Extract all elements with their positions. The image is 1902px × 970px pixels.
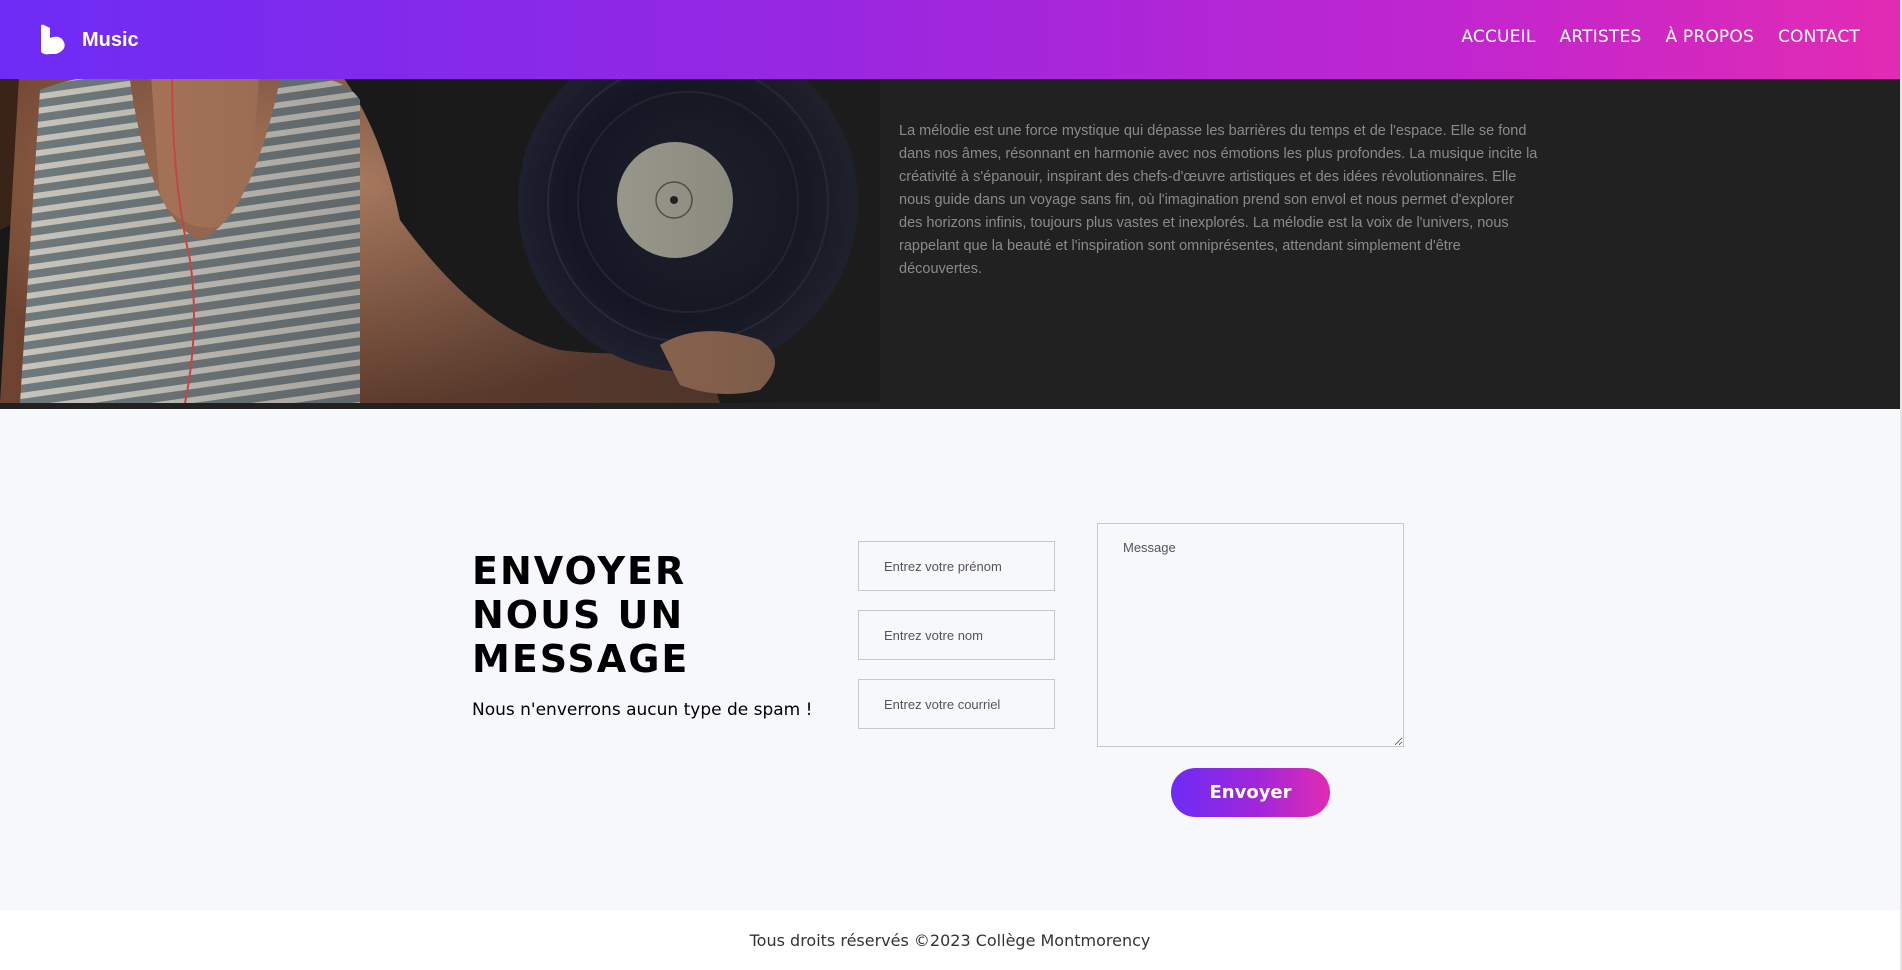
logo-icon — [41, 24, 65, 55]
brand-name: Music — [82, 28, 139, 51]
nav-item-a-propos[interactable]: À PROPOS — [1665, 27, 1754, 47]
nav-item-accueil[interactable]: ACCUEIL — [1461, 27, 1535, 47]
email-input[interactable] — [858, 679, 1055, 729]
nav-item-contact[interactable]: CONTACT — [1778, 27, 1860, 47]
main-nav: ACCUEIL ARTISTES À PROPOS CONTACT — [1461, 27, 1860, 47]
nav-item-artistes[interactable]: ARTISTES — [1560, 27, 1642, 47]
brand-link[interactable]: Music — [38, 24, 139, 56]
site-footer: Tous droits réservés ©2023 Collège Montm… — [0, 910, 1900, 970]
footer-copyright: Tous droits réservés ©2023 Collège Montm… — [749, 930, 1151, 950]
site-header: Music ACCUEIL ARTISTES À PROPOS CONTACT — [0, 0, 1900, 79]
contact-title: ENVOYER NOUS UN MESSAGE — [472, 549, 690, 681]
send-button[interactable]: Envoyer — [1171, 768, 1330, 817]
message-textarea[interactable] — [1097, 523, 1404, 747]
lastname-input[interactable] — [858, 610, 1055, 660]
hero-paragraph: La mélodie est une force mystique qui dé… — [899, 123, 1538, 277]
firstname-input[interactable] — [858, 541, 1055, 591]
contact-subtitle: Nous n'enverrons aucun type de spam ! — [472, 700, 813, 720]
